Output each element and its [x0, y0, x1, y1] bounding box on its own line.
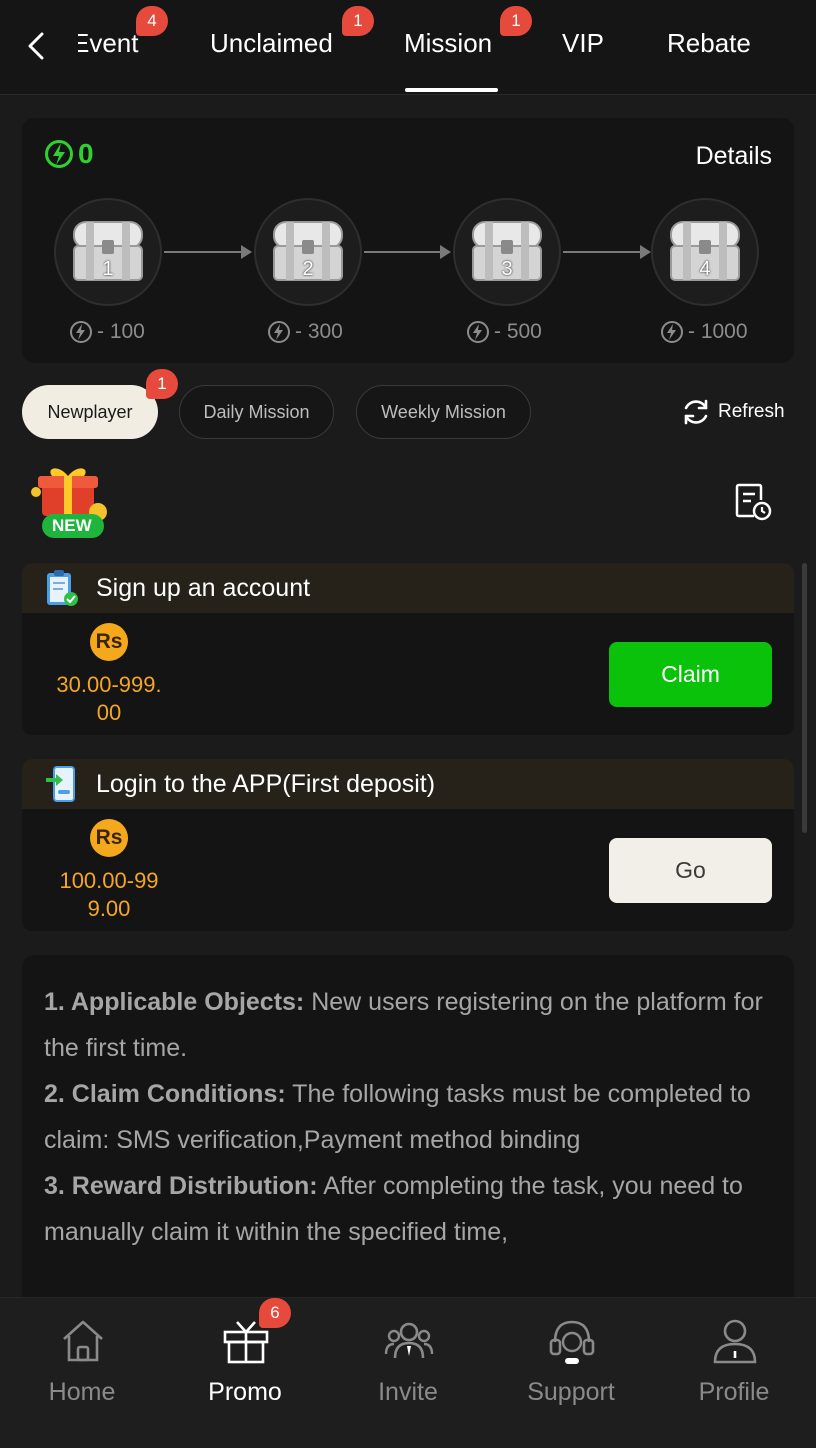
- chest-progress-card: 0 Details 1 2 3 4 - 100 - 300 - 500 - 10…: [22, 118, 794, 363]
- nav-profile[interactable]: Profile: [664, 1298, 804, 1428]
- mission-item: Sign up an account Rs 30.00-999. 00 Clai…: [22, 563, 794, 735]
- chest-4-cost: - 1000: [660, 320, 748, 344]
- tab-unclaimed-badge: 1: [342, 6, 374, 36]
- scrollbar[interactable]: [802, 563, 807, 833]
- clipboard-check-icon: [47, 570, 78, 606]
- lightning-gray-icon: [661, 321, 683, 343]
- go-button[interactable]: Go: [609, 838, 772, 903]
- mission-title: Login to the APP(First deposit): [96, 769, 436, 798]
- new-label: NEW: [52, 516, 92, 535]
- rupee-coin-icon: Rs: [90, 819, 128, 857]
- mission-reward: 100.00-99 9.00: [59, 868, 159, 921]
- chest-2-cost: - 300: [267, 320, 343, 344]
- chest-4[interactable]: 4: [651, 198, 759, 306]
- bottom-navigation: Home 6 Promo Invite Support Profile: [0, 1297, 816, 1448]
- lightning-gray-icon: [70, 321, 92, 343]
- energy-value: 0: [78, 138, 94, 169]
- chest-2[interactable]: 2: [254, 198, 362, 306]
- tab-rebate[interactable]: Rebate: [667, 28, 751, 59]
- profile-icon: [713, 1319, 757, 1364]
- nav-invite[interactable]: Invite: [338, 1298, 478, 1428]
- headset-icon: [549, 1320, 595, 1364]
- lightning-icon: [45, 140, 73, 168]
- nav-home[interactable]: Home: [12, 1298, 152, 1428]
- chest-1-cost: - 100: [69, 320, 145, 344]
- rule-item: 2. Claim Conditions: The following tasks…: [44, 1080, 751, 1154]
- home-icon: [63, 1320, 103, 1362]
- nav-support[interactable]: Support: [501, 1298, 641, 1428]
- rule-item: 3. Reward Distribution: After completing…: [44, 1172, 743, 1246]
- progress-arrow: [164, 245, 252, 259]
- record-history-icon: [735, 483, 772, 521]
- progress-arrow: [364, 245, 451, 259]
- energy-balance: 0: [44, 138, 94, 170]
- details-link[interactable]: Details: [696, 142, 772, 171]
- top-navigation: Event 4 Unclaimed 1 Mission 1 VIP Rebate: [0, 0, 816, 95]
- active-tab-indicator: [405, 88, 498, 92]
- rule-item: 1. Applicable Objects: New users registe…: [44, 988, 763, 1062]
- progress-arrow: [563, 245, 651, 259]
- tab-mission[interactable]: Mission 1: [404, 6, 532, 59]
- tab-event[interactable]: Event 4: [78, 6, 168, 59]
- tab-unclaimed[interactable]: Unclaimed 1: [210, 6, 374, 59]
- history-button[interactable]: [734, 482, 772, 527]
- mission-tab-daily[interactable]: Daily Mission: [179, 385, 334, 439]
- lightning-gray-icon: [268, 321, 290, 343]
- tab-mission-badge: 1: [500, 6, 532, 36]
- refresh-icon: [684, 399, 708, 425]
- mission-item: Login to the APP(First deposit) Rs 100.0…: [22, 759, 794, 931]
- lightning-gray-icon: [467, 321, 489, 343]
- mission-title: Sign up an account: [96, 573, 311, 602]
- nav-promo[interactable]: 6 Promo: [175, 1298, 315, 1428]
- mission-reward: 30.00-999. 00: [56, 672, 162, 725]
- category-tabs: Event 4 Unclaimed 1 Mission 1 VIP Rebate: [78, 0, 816, 95]
- claim-button[interactable]: Claim: [609, 642, 772, 707]
- refresh-button[interactable]: Refresh: [680, 396, 785, 428]
- back-button[interactable]: [18, 28, 54, 64]
- rupee-coin-icon: Rs: [90, 623, 128, 661]
- phone-login-icon: [46, 766, 75, 802]
- mission-header: Login to the APP(First deposit): [22, 759, 794, 809]
- mission-header: Sign up an account: [22, 563, 794, 613]
- invite-icon: [384, 1322, 434, 1359]
- newplayer-badge: 1: [146, 369, 178, 399]
- tab-vip[interactable]: VIP: [562, 28, 604, 59]
- tab-event-badge: 4: [136, 6, 168, 36]
- promo-badge: 6: [259, 1298, 291, 1328]
- chest-3-cost: - 500: [466, 320, 542, 344]
- chevron-left-icon: [28, 32, 44, 60]
- mission-tab-newplayer[interactable]: Newplayer: [22, 385, 158, 439]
- chest-3[interactable]: 3: [453, 198, 561, 306]
- chest-1[interactable]: 1: [54, 198, 162, 306]
- mission-tab-weekly[interactable]: Weekly Mission: [356, 385, 531, 439]
- new-gift-illustration: NEW: [28, 462, 118, 542]
